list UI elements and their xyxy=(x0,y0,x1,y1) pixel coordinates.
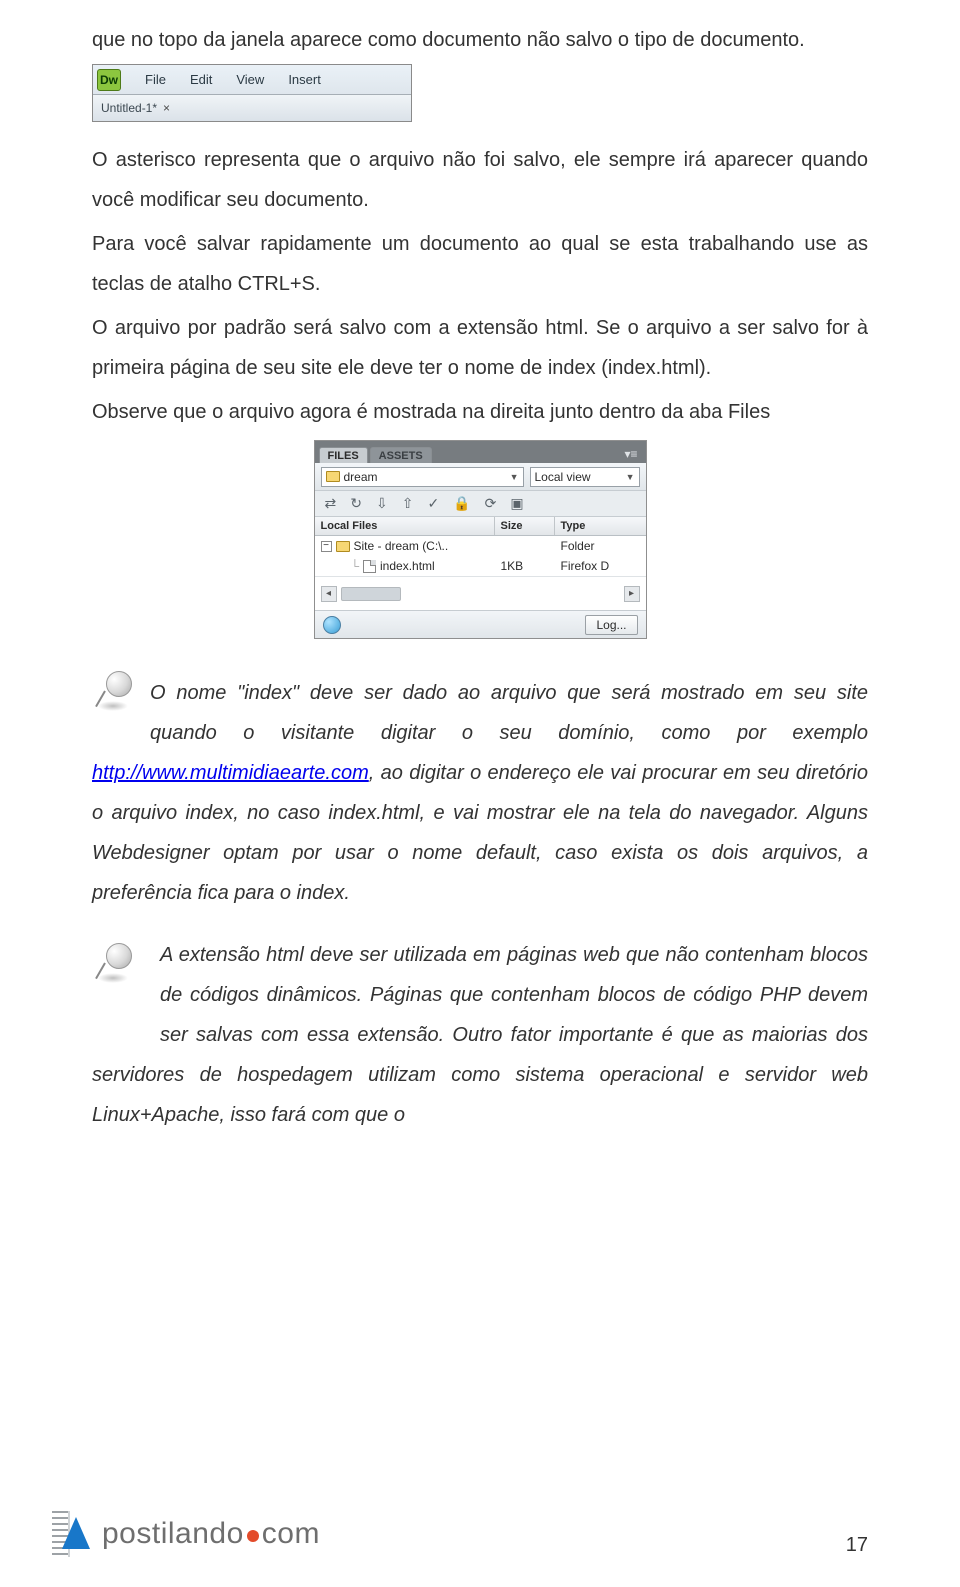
paragraph: O arquivo por padrão será salvo com a ex… xyxy=(92,308,868,388)
cell-name: index.html xyxy=(380,559,435,573)
connect-icon: ⇄ xyxy=(325,495,337,512)
callout-text: O nome "index" deve ser dado ao arquivo … xyxy=(92,673,868,913)
expand-icon: ▣ xyxy=(510,495,523,512)
tab-files: FILES xyxy=(319,447,368,463)
folder-icon xyxy=(336,541,350,552)
scroll-left-icon: ◂ xyxy=(321,586,337,602)
files-panel-figure: FILES ASSETS ▾≡ dream ▼ Local view ▼ ⇄ ↻… xyxy=(314,440,647,639)
globe-icon xyxy=(323,616,341,634)
document-tab-row: Untitled-1* × xyxy=(93,95,411,121)
view-select: Local view ▼ xyxy=(530,467,640,487)
panel-selects-row: dream ▼ Local view ▼ xyxy=(315,463,646,491)
logo-word: com xyxy=(262,1517,320,1551)
logo-mark-icon xyxy=(52,1511,94,1557)
collapse-icon: − xyxy=(321,541,332,552)
paragraph: Para você salvar rapidamente um document… xyxy=(92,224,868,304)
menu-insert: Insert xyxy=(288,72,321,87)
cell-size: 1KB xyxy=(495,559,555,573)
menu-edit: Edit xyxy=(190,72,212,87)
cell-name: Site - dream (C:\.. xyxy=(354,539,449,553)
tab-assets: ASSETS xyxy=(370,447,432,463)
caret-down-icon: ▼ xyxy=(626,472,635,482)
scroll-right-icon: ▸ xyxy=(624,586,640,602)
cell-type: Folder xyxy=(555,539,646,553)
logo-text: postilando com xyxy=(102,1517,320,1551)
file-icon xyxy=(363,560,376,573)
checkout-icon: ✓ xyxy=(427,495,439,512)
cell-type: Firefox D xyxy=(555,559,646,573)
callout-text: A extensão html deve ser utilizada em pá… xyxy=(92,935,868,1135)
postilando-logo: postilando com xyxy=(52,1511,320,1557)
logo-word: postilando xyxy=(102,1517,244,1551)
col-header-size: Size xyxy=(495,517,555,535)
callout-note: O nome "index" deve ser dado ao arquivo … xyxy=(92,673,868,913)
file-tree: − Site - dream (C:\.. Folder └ index.htm… xyxy=(315,536,646,576)
view-select-value: Local view xyxy=(535,470,591,484)
panel-column-headers: Local Files Size Type xyxy=(315,517,646,536)
paragraph: Observe que o arquivo agora é mostrada n… xyxy=(92,392,868,432)
col-header-name: Local Files xyxy=(315,517,495,535)
text: Observe que o arquivo agora é mostrada n… xyxy=(92,401,770,423)
page-number: 17 xyxy=(846,1534,868,1557)
logo-dot-icon xyxy=(247,1530,259,1542)
panel-toolbar: ⇄ ↻ ⇩ ⇧ ✓ 🔒 ⟳ ▣ xyxy=(315,491,646,517)
dreamweaver-menubar-figure: Dw File Edit View Insert Untitled-1* × xyxy=(92,64,412,122)
checkin-icon: 🔒 xyxy=(453,495,470,512)
app-badge-icon: Dw xyxy=(97,69,121,91)
text: O nome "index" deve ser dado ao arquivo … xyxy=(150,682,868,744)
folder-icon xyxy=(326,471,340,482)
panel-tabs: FILES ASSETS ▾≡ xyxy=(315,441,646,463)
sync-icon: ⟳ xyxy=(485,495,497,512)
document-tab-label: Untitled-1* xyxy=(101,101,157,115)
refresh-icon: ↻ xyxy=(350,495,362,512)
panel-menu-icon: ▾≡ xyxy=(624,447,637,463)
site-select: dream ▼ xyxy=(321,467,524,487)
example-url-link[interactable]: http://www.multimidiaearte.com xyxy=(92,762,369,784)
col-header-type: Type xyxy=(555,517,646,535)
paragraph: O asterisco representa que o arquivo não… xyxy=(92,140,868,220)
menubar-row: Dw File Edit View Insert xyxy=(93,65,411,95)
pushpin-icon xyxy=(92,941,142,991)
callout-note: A extensão html deve ser utilizada em pá… xyxy=(92,935,868,1135)
get-icon: ⇩ xyxy=(376,495,388,512)
text: O arquivo por padrão será salvo com a ex… xyxy=(92,317,868,379)
site-select-value: dream xyxy=(344,470,378,484)
menu-file: File xyxy=(145,72,166,87)
paragraph: que no topo da janela aparece como docum… xyxy=(92,20,868,60)
horizontal-scrollbar: ◂ ▸ xyxy=(315,576,646,610)
tree-row-file: └ index.html 1KB Firefox D xyxy=(315,556,646,576)
page-footer: postilando com 17 xyxy=(52,1511,868,1557)
tree-row-site: − Site - dream (C:\.. Folder xyxy=(315,536,646,556)
close-icon: × xyxy=(163,101,170,115)
pushpin-icon xyxy=(92,669,142,719)
caret-down-icon: ▼ xyxy=(510,472,519,482)
menu-view: View xyxy=(236,72,264,87)
text: Para você salvar rapidamente um document… xyxy=(92,233,868,295)
panel-footer: Log... xyxy=(315,610,646,638)
put-icon: ⇧ xyxy=(402,495,414,512)
log-button: Log... xyxy=(585,615,637,635)
scroll-thumb xyxy=(341,587,401,601)
